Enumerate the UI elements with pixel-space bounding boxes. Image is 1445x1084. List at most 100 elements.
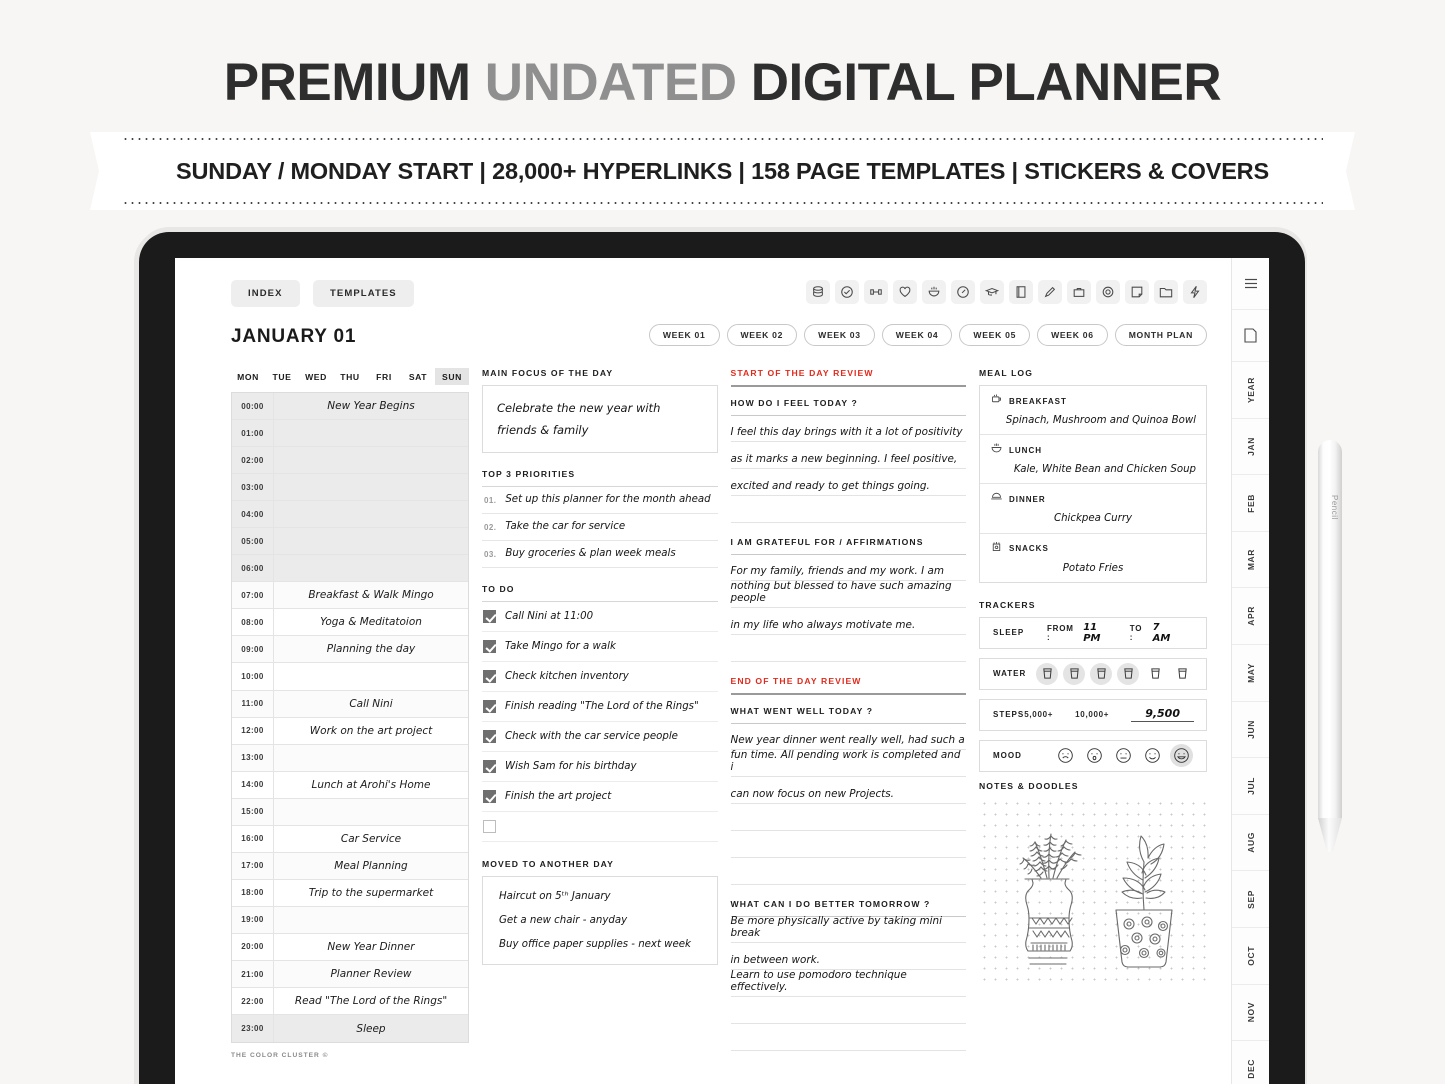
schedule-row[interactable]: 17:00 Meal Planning	[232, 852, 468, 880]
check-circle-icon[interactable]	[835, 280, 859, 304]
schedule-row[interactable]: 10:00	[232, 663, 468, 691]
notebook-icon[interactable]	[1009, 280, 1033, 304]
folder-icon[interactable]	[1154, 280, 1178, 304]
index-button[interactable]: INDEX	[231, 280, 300, 307]
templates-button[interactable]: TEMPLATES	[313, 280, 414, 307]
rail-item-dec[interactable]: DEC	[1232, 1041, 1269, 1084]
todo-item[interactable]: Call Nini at 11:00	[482, 602, 718, 632]
main-focus-box[interactable]: Celebrate the new year with friends & fa…	[482, 385, 718, 453]
rail-item-mar[interactable]: MAR	[1232, 532, 1269, 589]
schedule-row[interactable]: 07:00 Breakfast & Walk Mingo	[232, 582, 468, 610]
schedule-row[interactable]: 00:00 New Year Begins	[232, 393, 468, 421]
todo-item[interactable]: Take Mingo for a walk	[482, 632, 718, 662]
weekday-thu[interactable]: THU	[333, 368, 367, 385]
target-icon[interactable]	[1096, 280, 1120, 304]
start-review-answer-2[interactable]: For my family, friends and my work. I am…	[730, 554, 966, 662]
schedule-row[interactable]: 16:00 Car Service	[232, 825, 468, 853]
rail-item-may[interactable]: MAY	[1232, 645, 1269, 702]
todo-checkbox[interactable]	[483, 730, 496, 743]
tracker-water[interactable]: WATER	[979, 657, 1207, 690]
meal-row-dinner[interactable]: DINNER Chickpea Curry	[980, 484, 1206, 534]
lightning-bolt-icon[interactable]	[1183, 280, 1207, 304]
mood-sad-icon[interactable]	[1054, 744, 1077, 767]
schedule-row[interactable]: 19:00	[232, 906, 468, 934]
todo-item[interactable]: Finish the art project	[482, 782, 718, 812]
schedule-row[interactable]: 15:00	[232, 798, 468, 826]
schedule-row[interactable]: 21:00 Planner Review	[232, 960, 468, 989]
rail-item-oct[interactable]: OCT	[1232, 928, 1269, 985]
tab-week-01[interactable]: WEEK 01	[648, 324, 720, 346]
tab-week-03[interactable]: WEEK 03	[804, 324, 875, 346]
schedule-row[interactable]: 06:00	[232, 555, 468, 583]
schedule-row[interactable]: 11:00 Call Nini	[232, 690, 468, 718]
priority-row[interactable]: 02. Take the car for service	[482, 514, 718, 541]
rail-item-apr[interactable]: APR	[1232, 588, 1269, 646]
schedule-row[interactable]: 01:00	[232, 420, 468, 448]
schedule-row[interactable]: 09:00 Planning the day	[232, 636, 468, 664]
tracker-sleep[interactable]: SLEEP FROM : 11 PM TO : 7 AM	[979, 616, 1207, 649]
notes-doodle-area[interactable]	[979, 797, 1207, 984]
water-cups[interactable]	[1036, 662, 1193, 685]
weekday-mon[interactable]: MON	[231, 368, 265, 385]
coins-icon[interactable]	[806, 280, 830, 304]
water-cup-icon[interactable]	[1144, 663, 1166, 685]
meal-row-breakfast[interactable]: BREAKFAST Spinach, Mushroom and Quinoa B…	[980, 386, 1206, 436]
mood-neutral-icon[interactable]	[1112, 744, 1135, 767]
todo-checkbox[interactable]	[483, 700, 496, 713]
schedule-row[interactable]: 20:00 New Year Dinner	[232, 933, 468, 961]
rail-item-jun[interactable]: JUN	[1232, 702, 1269, 759]
dumbbell-icon[interactable]	[864, 280, 888, 304]
water-cup-icon[interactable]	[1090, 662, 1112, 685]
schedule-row[interactable]: 12:00 Work on the art project	[232, 717, 468, 745]
water-cup-icon[interactable]	[1036, 662, 1058, 685]
weekday-sat[interactable]: SAT	[401, 368, 435, 385]
schedule-row[interactable]: 03:00	[232, 474, 468, 502]
priority-row[interactable]: 01. Set up this planner for the month ah…	[482, 487, 718, 514]
todo-checkbox[interactable]	[483, 820, 496, 833]
todo-item[interactable]: Check kitchen inventory	[482, 662, 718, 692]
priority-row[interactable]: 03. Buy groceries & plan week meals	[482, 541, 718, 568]
speedometer-icon[interactable]	[951, 280, 975, 304]
sticky-note-icon[interactable]	[1125, 280, 1149, 304]
steps-option-1[interactable]: 5,000+	[1024, 710, 1053, 719]
schedule-row[interactable]: 22:00 Read "The Lord of the Rings"	[232, 988, 468, 1016]
rail-item-aug[interactable]: AUG	[1232, 815, 1269, 872]
tracker-steps[interactable]: STEPS 5,000+ 10,000+ 9,500	[979, 698, 1207, 731]
schedule-row[interactable]: 18:00 Trip to the supermarket	[232, 879, 468, 907]
tab-week-06[interactable]: WEEK 06	[1037, 324, 1108, 346]
schedule-row[interactable]: 23:00 Sleep	[232, 1015, 468, 1043]
tab-week-04[interactable]: WEEK 04	[881, 324, 953, 346]
moved-box[interactable]: Haircut on 5ᵗʰ January Get a new chair -…	[482, 876, 718, 965]
todo-item[interactable]: Finish reading "The Lord of the Rings"	[482, 692, 718, 722]
todo-checkbox[interactable]	[483, 760, 496, 773]
bowl-icon[interactable]	[922, 280, 946, 304]
rail-item-year[interactable]: YEAR	[1232, 362, 1269, 419]
rail-item-jan[interactable]: JAN	[1232, 419, 1269, 476]
rail-item-nov[interactable]: NOV	[1232, 985, 1269, 1042]
schedule-row[interactable]: 13:00	[232, 744, 468, 772]
schedule-row[interactable]: 05:00	[232, 528, 468, 556]
tab-week-02[interactable]: WEEK 02	[726, 324, 798, 346]
mood-shocked-icon[interactable]	[1083, 744, 1106, 767]
steps-option-2[interactable]: 10,000+	[1075, 710, 1109, 719]
todo-item[interactable]	[482, 812, 718, 842]
weekday-tue[interactable]: TUE	[265, 368, 299, 385]
start-review-answer-1[interactable]: I feel this day brings with it a lot of …	[730, 415, 966, 523]
mood-very-happy-icon[interactable]	[1170, 744, 1193, 768]
schedule-row[interactable]: 04:00	[232, 501, 468, 529]
water-cup-icon[interactable]	[1063, 662, 1085, 685]
tracker-mood[interactable]: MOOD	[979, 739, 1207, 772]
rail-item-feb[interactable]: FEB	[1232, 475, 1269, 532]
end-review-answer-2[interactable]: Be more physically active by taking mini…	[730, 915, 966, 1051]
graduation-cap-icon[interactable]	[980, 280, 1004, 304]
schedule-row[interactable]: 14:00 Lunch at Arohi's Home	[232, 771, 468, 799]
briefcase-icon[interactable]	[1067, 280, 1091, 304]
water-cup-icon[interactable]	[1117, 662, 1139, 685]
mood-happy-icon[interactable]	[1141, 744, 1164, 767]
todo-checkbox[interactable]	[483, 790, 496, 803]
tab-week-05[interactable]: WEEK 05	[959, 324, 1031, 346]
rail-item-jul[interactable]: JUL	[1232, 758, 1269, 815]
end-review-answer-1[interactable]: New year dinner went really well, had su…	[730, 723, 966, 885]
meal-row-lunch[interactable]: LUNCH Kale, White Bean and Chicken Soup	[980, 435, 1206, 485]
schedule-row[interactable]: 08:00 Yoga & Meditatoion	[232, 609, 468, 637]
